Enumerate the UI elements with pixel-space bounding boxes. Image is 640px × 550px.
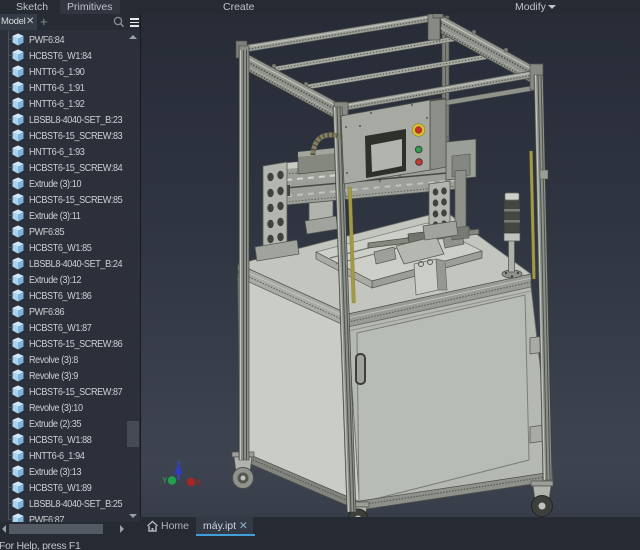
svg-text:X: X (196, 478, 202, 487)
svg-text:Y: Y (162, 476, 168, 485)
